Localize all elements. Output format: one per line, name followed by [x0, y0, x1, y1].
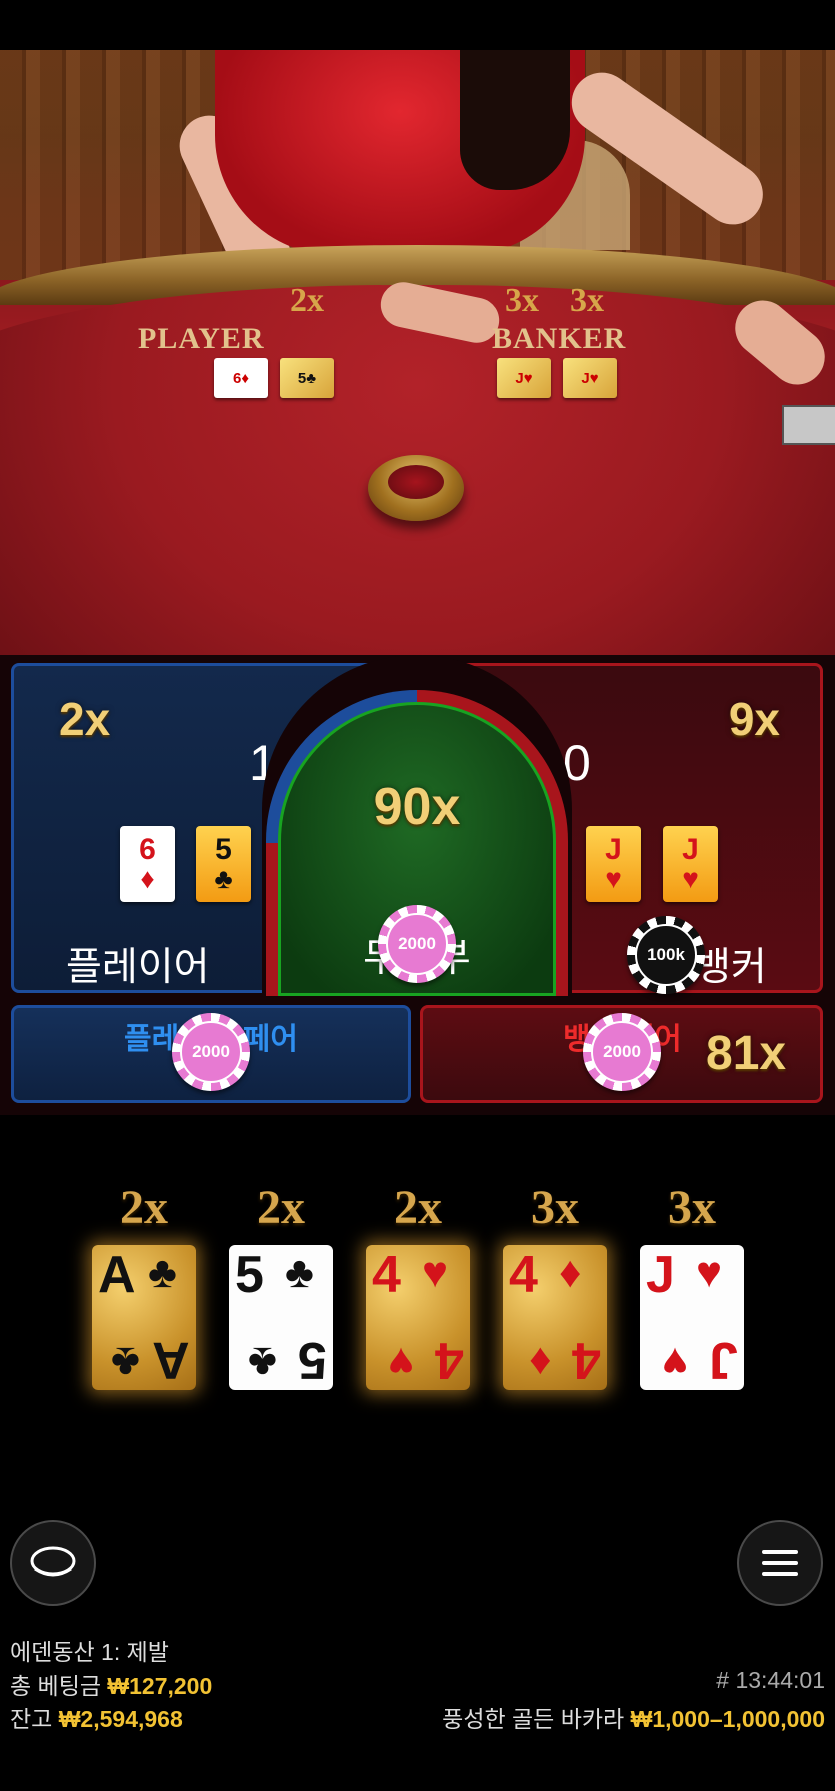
dealer-hair — [460, 50, 570, 190]
table-info: 풍성한 골든 바카라 ₩1,000–1,000,000 — [442, 1700, 825, 1734]
player-pair-bet-area[interactable]: 플레이어 페어 2000 — [11, 1005, 411, 1103]
table-banker-multiplier: 3x — [505, 282, 539, 319]
banker-multiplier: 9x — [728, 693, 780, 745]
card-multiplier: 2x — [257, 1181, 305, 1234]
lightning-card: A ♣ A ♣ — [92, 1245, 196, 1390]
banker-label: 뱅커 — [695, 946, 767, 989]
table-card: J♥ — [497, 358, 551, 398]
player-multiplier: 2x — [59, 693, 111, 745]
card-multiplier: 2x — [120, 1181, 168, 1234]
player-card: 5 ♣ — [196, 826, 251, 902]
bet-chip: 2000 — [172, 1013, 250, 1091]
banker-pair-bet-area[interactable]: 뱅커 페어 2000 81x — [420, 1005, 823, 1103]
table-limits: ₩1,000–1,000,000 — [630, 1706, 825, 1732]
tie-bet-area[interactable]: 90x 무승부 2000 — [278, 702, 556, 996]
table-card: 5♣ — [280, 358, 334, 398]
table-banker-multiplier: 3x — [570, 282, 604, 319]
banker-pair-multiplier: 81x — [706, 1027, 787, 1080]
game-id: # 13:44:01 — [716, 1667, 825, 1693]
banker-card: J ♥ — [586, 826, 641, 902]
menu-button[interactable] — [737, 1520, 823, 1606]
banker-card: J ♥ — [663, 826, 718, 902]
card-multiplier: 3x — [531, 1181, 579, 1234]
table-shoe-button — [368, 455, 464, 521]
lightning-card: 4 ♦ 4 ♦ — [503, 1245, 607, 1390]
betting-grid: 2x 1 6♦ 5♣ 플레이어 9x 0 J♥ J♥ 뱅커 100k 90x 무… — [0, 655, 835, 1115]
table-name: 풍성한 골든 바카라 — [442, 1706, 625, 1732]
total-bet: 총 베팅금 ₩127,200 — [10, 1667, 212, 1701]
total-bet-value: ₩127,200 — [107, 1673, 213, 1699]
chat-button[interactable] — [10, 1520, 96, 1606]
card-shoe — [782, 405, 835, 445]
bet-chip: 2000 — [378, 905, 456, 983]
chat-bubble-icon — [30, 1546, 76, 1577]
table-player-multiplier: 2x — [290, 282, 324, 319]
lightning-cards-row: 2x 2x 2x 3x 3x A ♣ A ♣ 5 ♣ 5 ♣ 4 ♥ 4 ♥ 4 ♦ 4 ♦ J… — [0, 1180, 835, 1400]
card-multiplier: 2x — [394, 1181, 442, 1234]
table-banker-label: BANKER — [492, 322, 627, 355]
lightning-card: 4 ♥ 4 ♥ — [366, 1245, 470, 1390]
total-bet-label: 총 베팅금 — [10, 1673, 102, 1699]
tie-multiplier: 90x — [373, 778, 461, 836]
table-card: 6♦ — [214, 358, 268, 398]
table-card: J♥ — [563, 358, 617, 398]
balance-value: ₩2,594,968 — [58, 1706, 183, 1732]
lightning-card: J ♥ J ♥ — [640, 1245, 744, 1390]
live-video-feed: 2x PLAYER 6♦ 5♣ 3x 3x BANKER J♥ J♥ — [0, 50, 835, 670]
card-multiplier: 3x — [668, 1181, 716, 1234]
player-card: 6 ♦ — [120, 826, 175, 902]
lightning-card: 5 ♣ 5 ♣ — [229, 1245, 333, 1390]
hamburger-menu-icon — [762, 1550, 798, 1576]
bet-chip: 2000 — [583, 1013, 661, 1091]
balance-label: 잔고 — [10, 1706, 53, 1732]
footer-message: 에덴동산 1: 제발 — [10, 1639, 169, 1665]
balance: 잔고 ₩2,594,968 — [10, 1700, 183, 1734]
table-player-label: PLAYER — [138, 322, 265, 355]
player-label: 플레이어 — [66, 946, 210, 989]
bet-chip: 100k — [627, 916, 705, 994]
